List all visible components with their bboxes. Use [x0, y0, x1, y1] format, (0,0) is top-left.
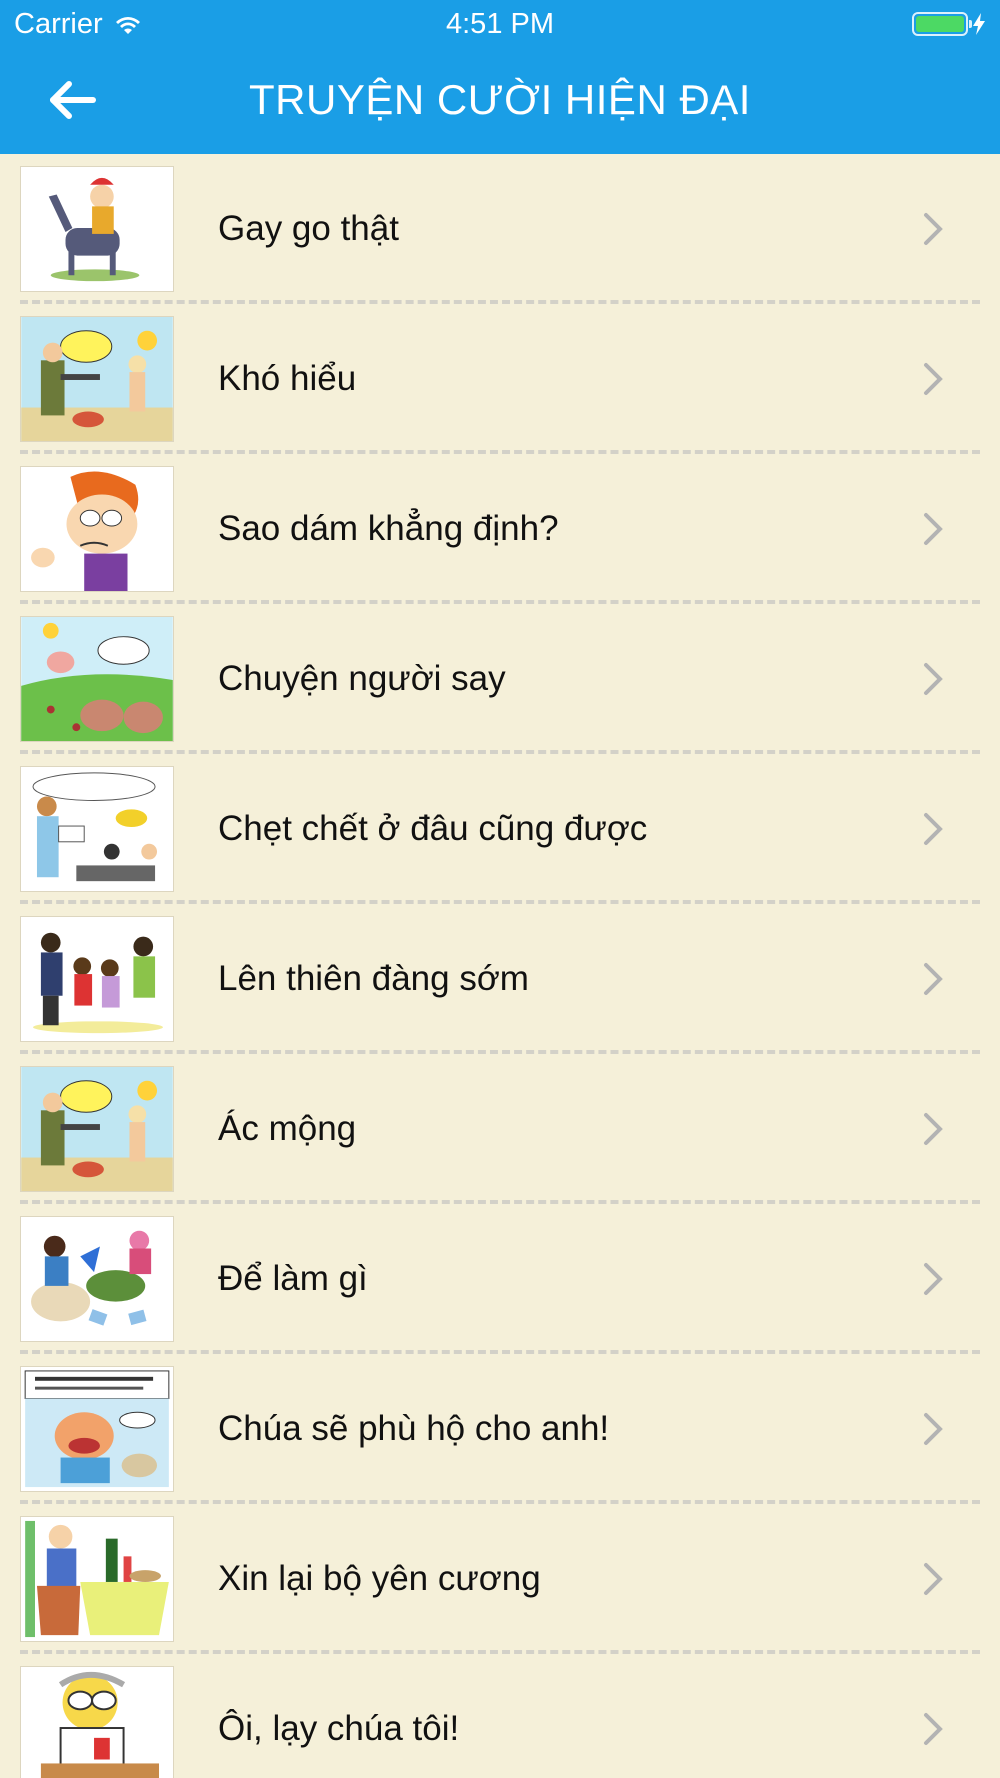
story-title: Chuyện người say [218, 659, 506, 698]
story-title: Khó hiểu [218, 359, 357, 398]
story-title: Chẹt chết ở đâu cũng được [218, 809, 648, 848]
story-title: Chúa sẽ phù hộ cho anh! [218, 1409, 610, 1448]
chevron-right-icon [924, 663, 943, 695]
story-thumbnail [20, 1666, 174, 1778]
story-thumbnail [20, 1216, 174, 1342]
list-item[interactable]: Ác mộng [0, 1054, 1000, 1204]
story-title: Lên thiên đàng sớm [218, 959, 529, 998]
list-item[interactable]: Ôi, lạy chúa tôi! [0, 1654, 1000, 1778]
battery-indicator [912, 12, 986, 36]
list-item[interactable]: Chuyện người say [0, 604, 1000, 754]
navigation-header: Carrier 4:51 PM TRUYỆN CƯỜI HIỆN ĐẠI [0, 0, 1000, 154]
status-time: 4:51 PM [446, 8, 554, 40]
list-item[interactable]: Gay go thật [0, 154, 1000, 304]
status-bar: Carrier 4:51 PM [0, 0, 1000, 50]
story-thumbnail [20, 466, 174, 592]
chevron-right-icon [924, 1713, 943, 1745]
list-item[interactable]: Khó hiểu [0, 304, 1000, 454]
story-thumbnail [20, 916, 174, 1042]
charging-bolt-icon [973, 13, 985, 35]
list-item[interactable]: Xin lại bộ yên cương [0, 1504, 1000, 1654]
chevron-right-icon [924, 963, 943, 995]
story-thumbnail [20, 1516, 174, 1642]
story-thumbnail [20, 316, 174, 442]
story-thumbnail [20, 766, 174, 892]
story-list[interactable]: Gay go thật Khó hiểu Sao dám khẳng định?… [0, 154, 1000, 1778]
battery-icon [912, 12, 972, 36]
story-title: Ôi, lạy chúa tôi! [218, 1709, 460, 1748]
chevron-right-icon [924, 1413, 943, 1445]
story-thumbnail [20, 1066, 174, 1192]
list-item[interactable]: Để làm gì [0, 1204, 1000, 1354]
chevron-right-icon [924, 1563, 943, 1595]
page-title: TRUYỆN CƯỜI HIỆN ĐẠI [249, 76, 751, 123]
chevron-right-icon [924, 363, 943, 395]
story-title: Để làm gì [218, 1259, 368, 1298]
story-thumbnail [20, 166, 174, 292]
story-thumbnail [20, 616, 174, 742]
list-item[interactable]: Sao dám khẳng định? [0, 454, 1000, 604]
chevron-right-icon [924, 1263, 943, 1295]
list-item[interactable]: Chúa sẽ phù hộ cho anh! [0, 1354, 1000, 1504]
chevron-right-icon [924, 1113, 943, 1145]
list-item[interactable]: Lên thiên đàng sớm [0, 904, 1000, 1054]
story-title: Ác mộng [218, 1109, 357, 1148]
chevron-right-icon [924, 213, 943, 245]
chevron-right-icon [924, 513, 943, 545]
story-title: Gay go thật [218, 209, 399, 248]
story-title: Xin lại bộ yên cương [218, 1559, 541, 1598]
story-thumbnail [20, 1366, 174, 1492]
story-title: Sao dám khẳng định? [218, 509, 559, 548]
list-item[interactable]: Chẹt chết ở đâu cũng được [0, 754, 1000, 904]
chevron-right-icon [924, 813, 943, 845]
